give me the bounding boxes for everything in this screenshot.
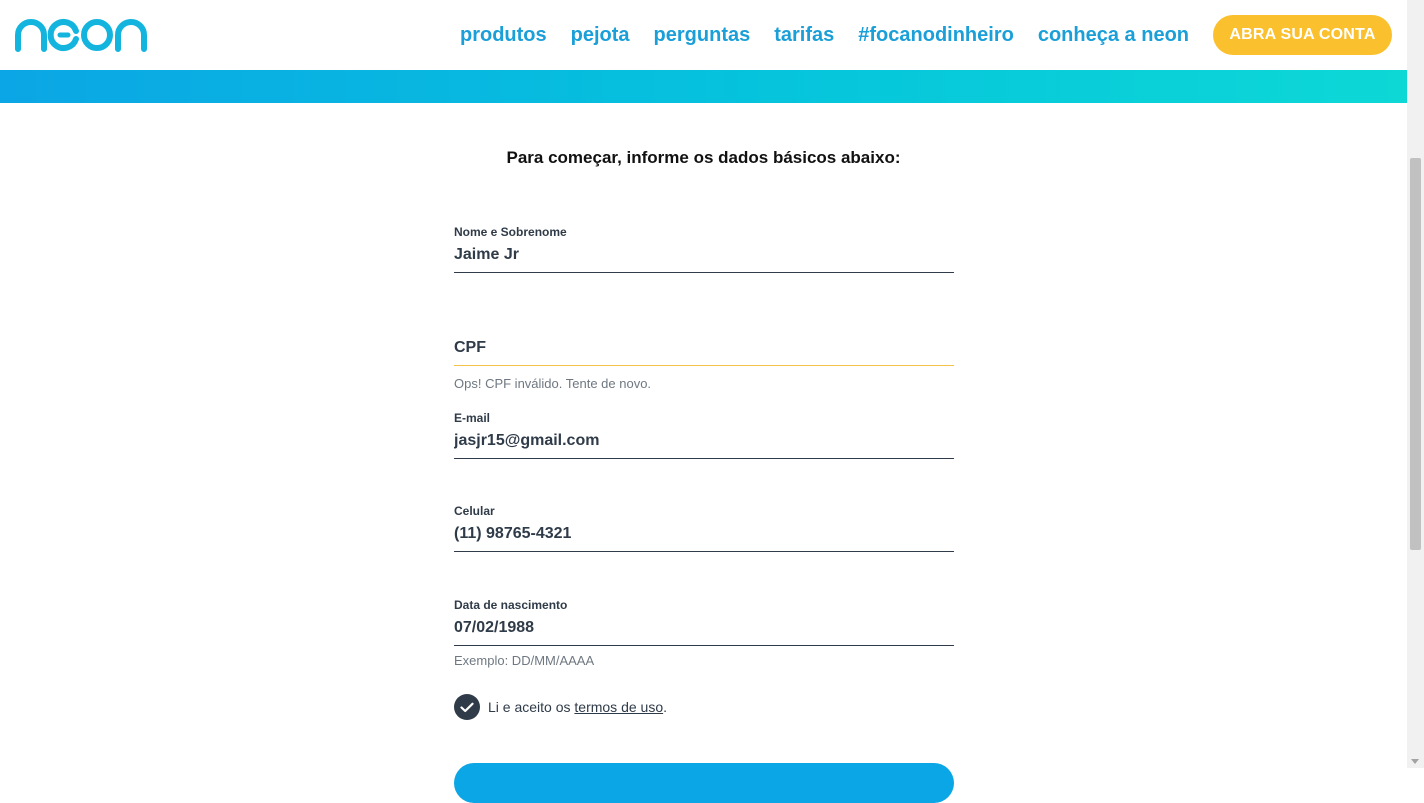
terms-text: Li e aceito os termos de uso. <box>488 699 667 715</box>
email-input[interactable] <box>454 426 954 459</box>
cpf-error-message: Ops! CPF inválido. Tente de novo. <box>454 376 652 391</box>
nav-produtos[interactable]: produtos <box>460 22 547 48</box>
phone-label: Celular <box>454 504 495 518</box>
gradient-banner <box>0 70 1407 103</box>
terms-link[interactable]: termos de uso <box>574 699 663 715</box>
nav-conheca-a-neon[interactable]: conheça a neon <box>1038 22 1189 48</box>
birthdate-helper: Exemplo: DD/MM/AAAA <box>454 653 595 668</box>
terms-prefix: Li e aceito os <box>488 699 575 715</box>
birthdate-input[interactable] <box>454 613 954 646</box>
nav-tarifas[interactable]: tarifas <box>774 22 834 48</box>
name-label: Nome e Sobrenome <box>454 225 567 239</box>
cpf-input[interactable] <box>454 333 954 366</box>
nav-focanodinheiro[interactable]: #focanodinheiro <box>858 22 1014 48</box>
scroll-down-icon[interactable] <box>1411 759 1419 764</box>
phone-input[interactable] <box>454 519 954 552</box>
submit-button[interactable] <box>454 763 954 803</box>
site-header: produtos pejota perguntas tarifas #focan… <box>0 0 1407 70</box>
birthdate-label: Data de nascimento <box>454 598 568 612</box>
birthdate-field-group: Data de nascimento Exemplo: DD/MM/AAAA <box>454 597 954 668</box>
check-icon <box>460 702 474 712</box>
cpf-field-group: Ops! CPF inválido. Tente de novo. <box>454 333 954 391</box>
terms-checkbox[interactable] <box>454 694 480 720</box>
name-field-group: Nome e Sobrenome <box>454 224 954 273</box>
form-title: Para começar, informe os dados básicos a… <box>506 148 901 167</box>
neon-logo[interactable] <box>14 18 148 57</box>
main-nav: produtos pejota perguntas tarifas #focan… <box>460 22 1189 48</box>
nav-perguntas[interactable]: perguntas <box>654 22 751 48</box>
terms-suffix: . <box>663 699 667 715</box>
scrollbar-thumb[interactable] <box>1410 158 1421 550</box>
open-account-button[interactable]: ABRA SUA CONTA <box>1213 15 1392 55</box>
nav-pejota[interactable]: pejota <box>571 22 630 48</box>
email-field-group: E-mail <box>454 410 954 459</box>
name-input[interactable] <box>454 240 954 273</box>
scrollbar[interactable] <box>1407 0 1424 768</box>
email-label: E-mail <box>454 411 491 425</box>
terms-row: Li e aceito os termos de uso. <box>454 694 667 720</box>
phone-field-group: Celular <box>454 503 954 552</box>
